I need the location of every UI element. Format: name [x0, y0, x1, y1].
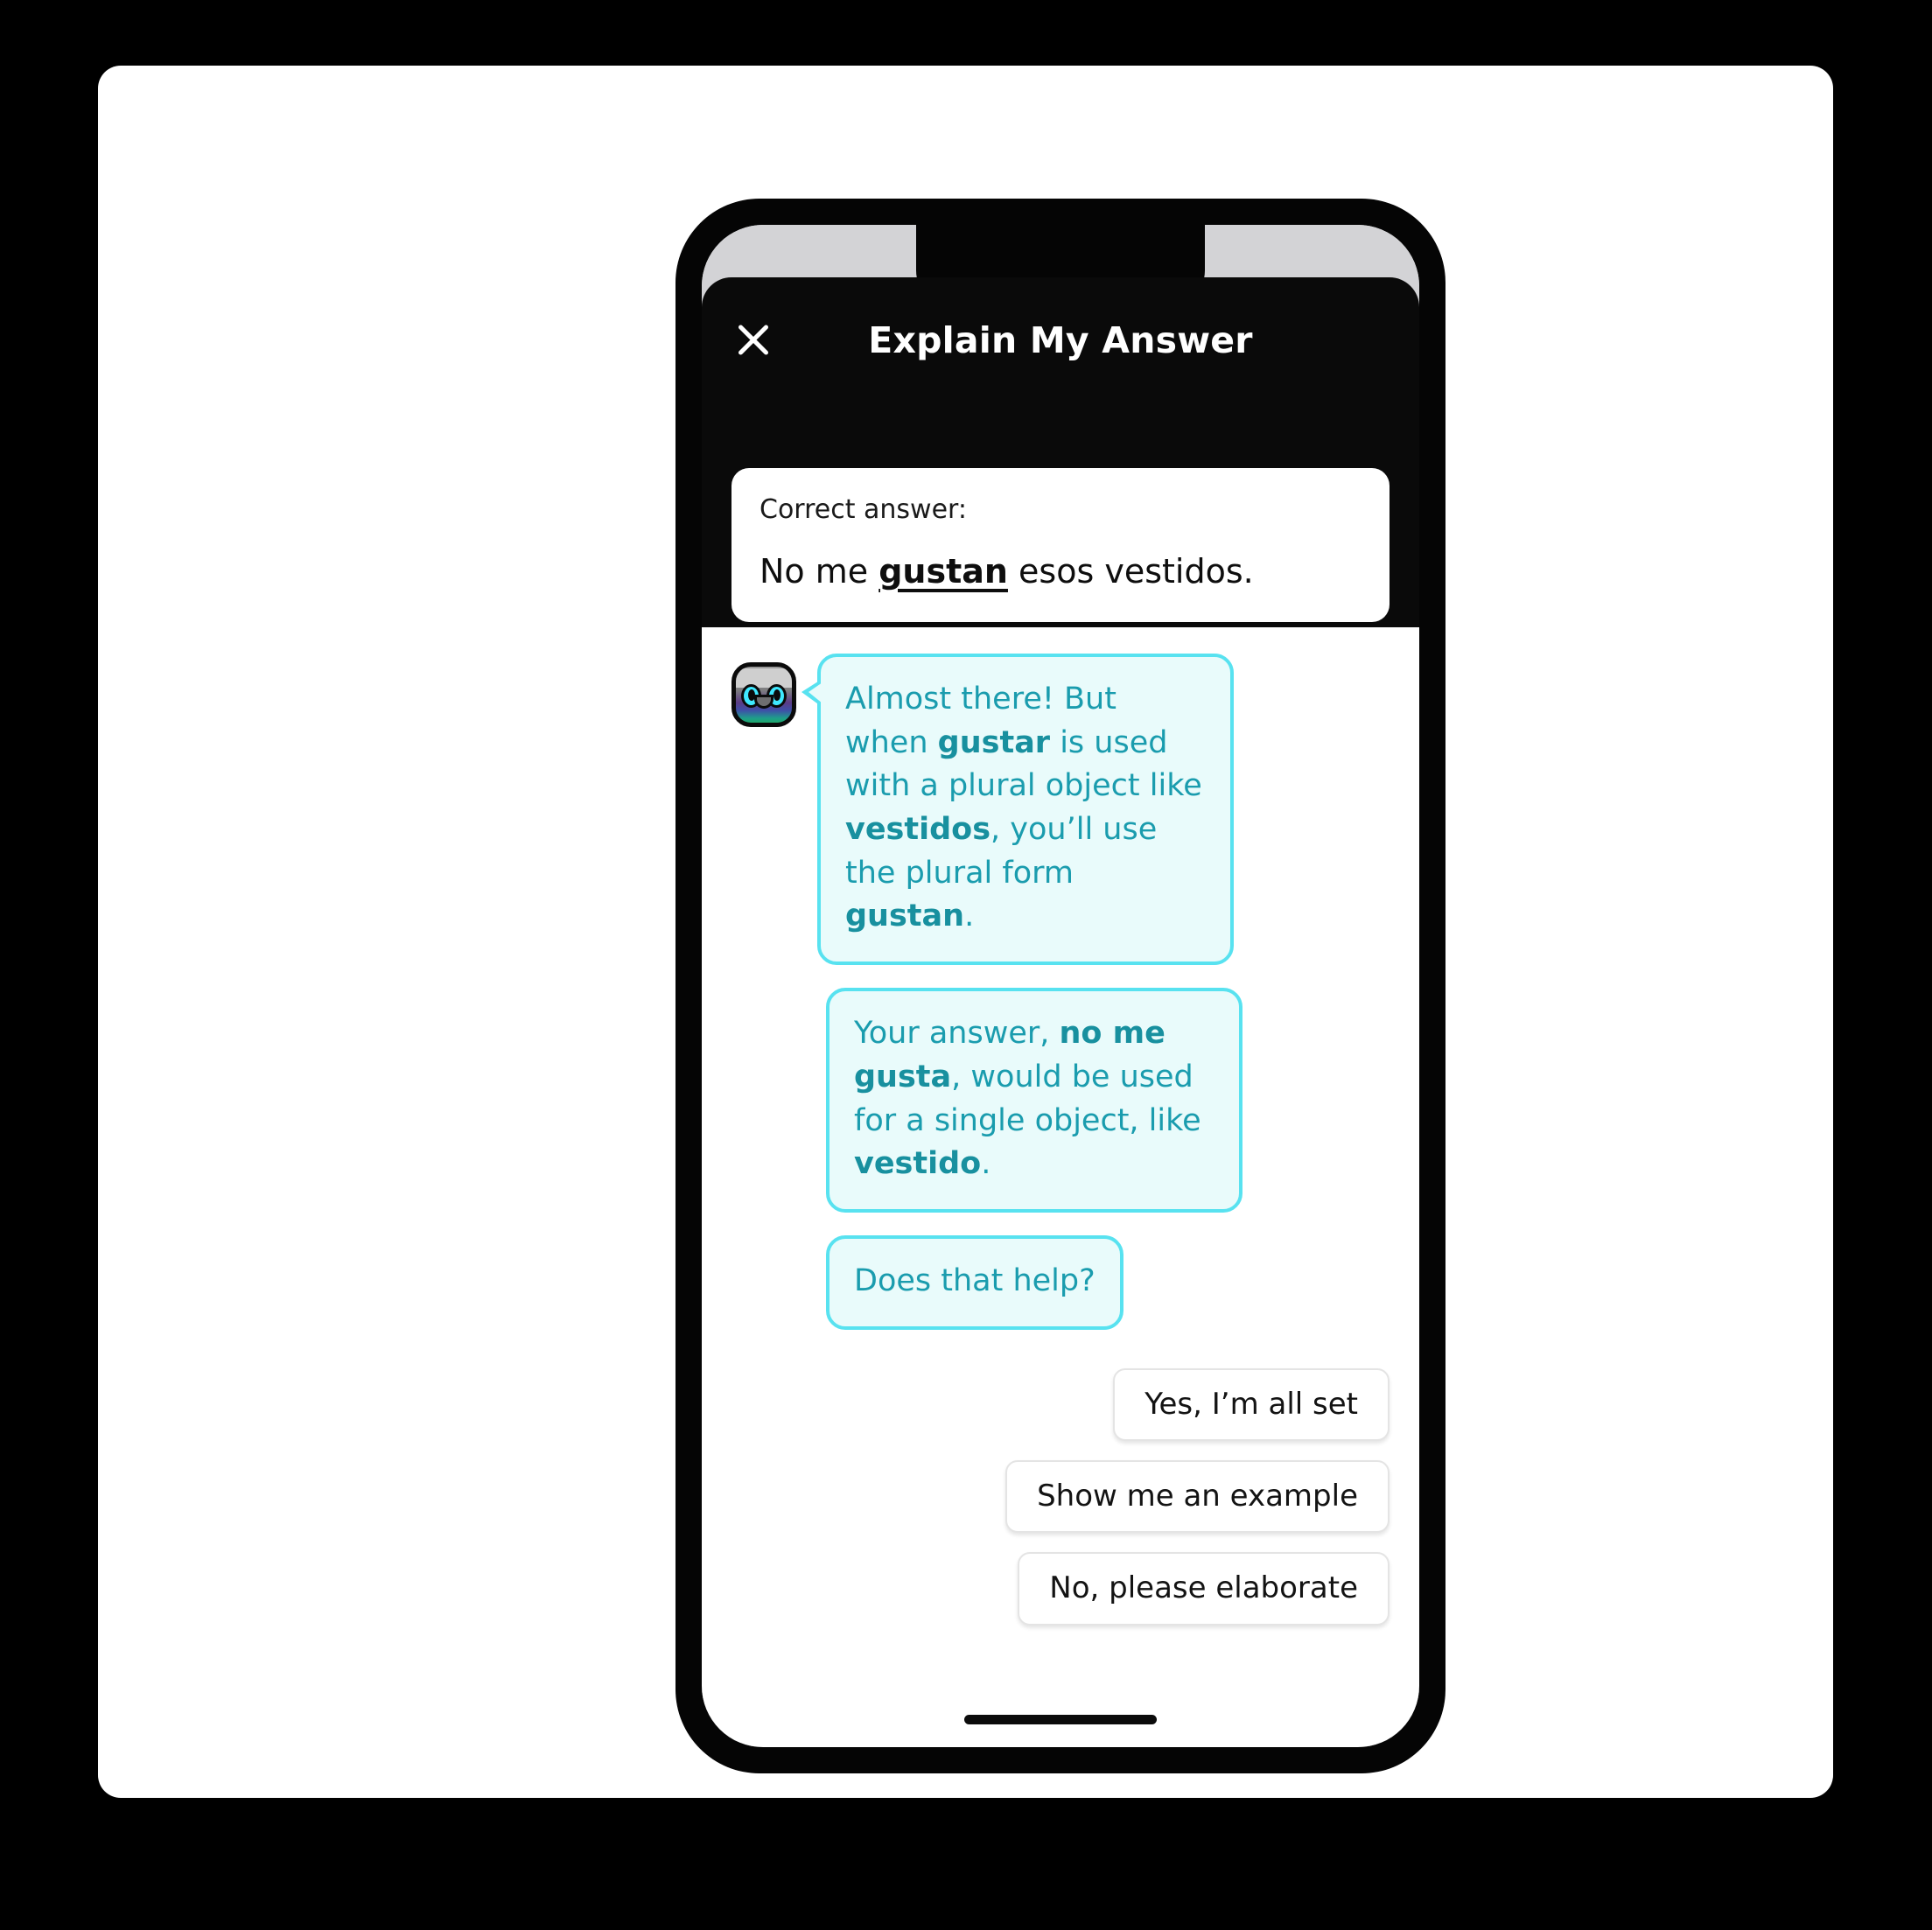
bubble-text-bold: gustan — [845, 899, 965, 934]
reply-option-button[interactable]: Show me an example — [1005, 1459, 1390, 1534]
explain-my-answer-modal: Explain My Answer Correct answer: No me … — [702, 277, 1419, 1747]
bubble-text-bold: vestido — [854, 1146, 982, 1182]
chat-bubble: Almost there! But when gustar is used wi… — [802, 654, 1234, 966]
bubble-text-bold: vestidos — [845, 812, 991, 848]
correct-answer-card: Correct answer: No me gustan esos vestid… — [732, 468, 1390, 622]
home-indicator[interactable] — [964, 1715, 1157, 1724]
bubble-text: Does that help? — [854, 1262, 1096, 1298]
correct-answer-label: Correct answer: — [760, 494, 967, 525]
sentence-after: esos vestidos. — [1007, 552, 1254, 591]
owl-mascot-avatar-icon — [732, 662, 796, 727]
bubble-text: . — [964, 899, 975, 934]
reply-option-button[interactable]: No, please elaborate — [1018, 1552, 1390, 1626]
chat-bubble: Your answer, no me gusta, would be used … — [826, 988, 1242, 1213]
bubble-text-bold: gustar — [937, 724, 1051, 760]
avatar-brow — [736, 668, 792, 688]
message-row-2: Your answer, no me gusta, would be used … — [732, 988, 1390, 1213]
chat-panel: Almost there! But when gustar is used wi… — [702, 627, 1419, 1747]
phone-screen: Explain My Answer Correct answer: No me … — [702, 225, 1419, 1747]
modal-header: Explain My Answer — [702, 277, 1419, 395]
phone-device-frame: Explain My Answer Correct answer: No me … — [676, 199, 1446, 1773]
message-row-3: Does that help? — [732, 1234, 1390, 1330]
message-row-1: Almost there! But when gustar is used wi… — [732, 654, 1390, 966]
page-title: Explain My Answer — [868, 319, 1253, 361]
correct-answer-sentence: No me gustan esos vestidos. — [760, 552, 1362, 592]
reply-options: Yes, I’m all set Show me an example No, … — [732, 1367, 1390, 1645]
bubble-text: Your answer, — [854, 1016, 1060, 1052]
chat-bubble: Does that help? — [826, 1234, 1124, 1330]
bubble-text: . — [981, 1146, 991, 1182]
sentence-before: No me — [760, 552, 879, 591]
reply-option-button[interactable]: Yes, I’m all set — [1113, 1367, 1390, 1441]
avatar-pupil-right — [774, 689, 780, 701]
sentence-highlight: gustan — [878, 552, 1008, 591]
avatar-beak — [754, 695, 774, 709]
screenshot-canvas: Explain My Answer Correct answer: No me … — [98, 66, 1833, 1798]
